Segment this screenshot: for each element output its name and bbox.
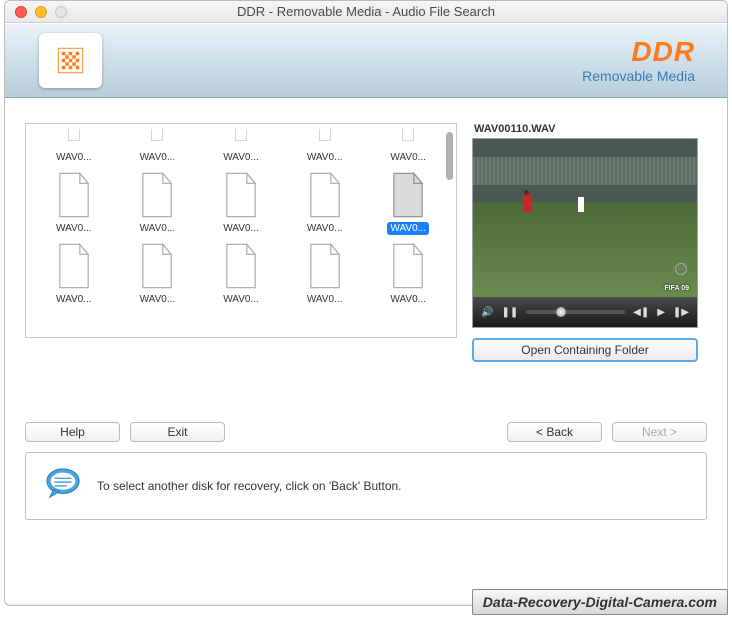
file-item[interactable]: WAV0... [370, 170, 446, 235]
next-button: Next > [612, 422, 707, 442]
preview-filename: WAV00110.WAV [472, 123, 698, 135]
scrollbar[interactable] [446, 132, 453, 329]
file-label: WAV0... [387, 293, 429, 306]
file-icon [49, 241, 99, 291]
brand-block: DDR Removable Media [582, 36, 707, 84]
brand-subtitle: Removable Media [582, 68, 695, 84]
app-logo [39, 33, 102, 88]
info-text: To select another disk for recovery, cli… [97, 479, 402, 493]
file-label: WAV0... [220, 293, 262, 306]
file-icon [300, 241, 350, 291]
file-icon [49, 129, 99, 149]
file-grid-container: WAV0... WAV0... WAV0... WAV0... WAV0... WAV0.… [25, 123, 457, 338]
file-item[interactable]: WAV0... [36, 170, 112, 235]
file-grid: WAV0... WAV0... WAV0... WAV0... WAV0... WAV0.… [26, 124, 456, 314]
watermark: Data-Recovery-Digital-Camera.com [472, 589, 728, 615]
file-item[interactable]: WAV0... [36, 129, 112, 164]
window-title: DDR - Removable Media - Audio File Searc… [5, 4, 727, 19]
file-icon [383, 241, 433, 291]
file-icon [300, 129, 350, 149]
file-item[interactable]: WAV0... [370, 129, 446, 164]
seek-thumb[interactable] [556, 307, 566, 317]
brand-name: DDR [582, 36, 695, 68]
file-icon [216, 170, 266, 220]
logo-icon [53, 43, 88, 78]
play-icon[interactable]: ▶ [657, 307, 665, 318]
file-label: WAV0... [137, 293, 179, 306]
file-label: WAV0... [137, 222, 179, 235]
file-label: WAV0... [220, 151, 262, 164]
next-icon[interactable]: ❚▶ [673, 307, 689, 318]
video-preview: EA FIFA 09 [473, 139, 697, 297]
file-label: WAV0... [304, 222, 346, 235]
file-item[interactable]: WAV0... [120, 241, 196, 306]
exit-button[interactable]: Exit [130, 422, 225, 442]
file-icon [132, 170, 182, 220]
file-item[interactable]: WAV0... [36, 241, 112, 306]
file-icon [216, 129, 266, 149]
file-label: WAV0... [387, 151, 429, 164]
preview-box: EA FIFA 09 🔊 ❚❚ ◀❚ ▶ ❚▶ [472, 138, 698, 328]
file-icon [383, 129, 433, 149]
open-containing-folder-button[interactable]: Open Containing Folder [472, 338, 698, 362]
file-label: WAV0... [220, 222, 262, 235]
file-label: WAV0... [304, 151, 346, 164]
file-item[interactable]: WAV0... [287, 241, 363, 306]
content-area: WAV0... WAV0... WAV0... WAV0... WAV0... WAV0.… [5, 98, 727, 603]
help-button[interactable]: Help [25, 422, 120, 442]
button-row: Help Exit < Back Next > [25, 422, 707, 442]
file-item[interactable]: WAV0... [287, 170, 363, 235]
header-banner: DDR Removable Media [5, 23, 727, 98]
preview-column: WAV00110.WAV EA FIFA 09 🔊 ❚❚ [472, 123, 698, 362]
file-item[interactable]: WAV0... [203, 170, 279, 235]
file-icon [49, 170, 99, 220]
prev-icon[interactable]: ◀❚ [633, 307, 649, 318]
pause-icon[interactable]: ❚❚ [501, 307, 518, 318]
volume-icon[interactable]: 🔊 [481, 307, 493, 318]
file-label: WAV0... [387, 222, 429, 235]
file-label: WAV0... [53, 151, 95, 164]
file-label: WAV0... [304, 293, 346, 306]
file-icon [300, 170, 350, 220]
file-label: WAV0... [53, 293, 95, 306]
info-box: To select another disk for recovery, cli… [25, 452, 707, 520]
file-icon [383, 170, 433, 220]
file-icon [216, 241, 266, 291]
back-button[interactable]: < Back [507, 422, 602, 442]
file-label: WAV0... [53, 222, 95, 235]
file-item[interactable]: WAV0... [120, 129, 196, 164]
file-item[interactable]: WAV0... [203, 241, 279, 306]
fifa-logo-text: FIFA 09 [664, 285, 689, 292]
file-label: WAV0... [137, 151, 179, 164]
scroll-thumb[interactable] [446, 132, 453, 180]
video-controls: 🔊 ❚❚ ◀❚ ▶ ❚▶ [473, 297, 697, 327]
titlebar: DDR - Removable Media - Audio File Searc… [5, 1, 727, 23]
file-item[interactable]: WAV0... [287, 129, 363, 164]
file-icon [132, 241, 182, 291]
file-icon [132, 129, 182, 149]
file-item[interactable]: WAV0... [203, 129, 279, 164]
info-chat-icon [44, 465, 82, 508]
file-item[interactable]: WAV0... [120, 170, 196, 235]
app-window: DDR - Removable Media - Audio File Searc… [4, 0, 728, 606]
file-item[interactable]: WAV0... [370, 241, 446, 306]
seek-track[interactable] [526, 310, 625, 314]
